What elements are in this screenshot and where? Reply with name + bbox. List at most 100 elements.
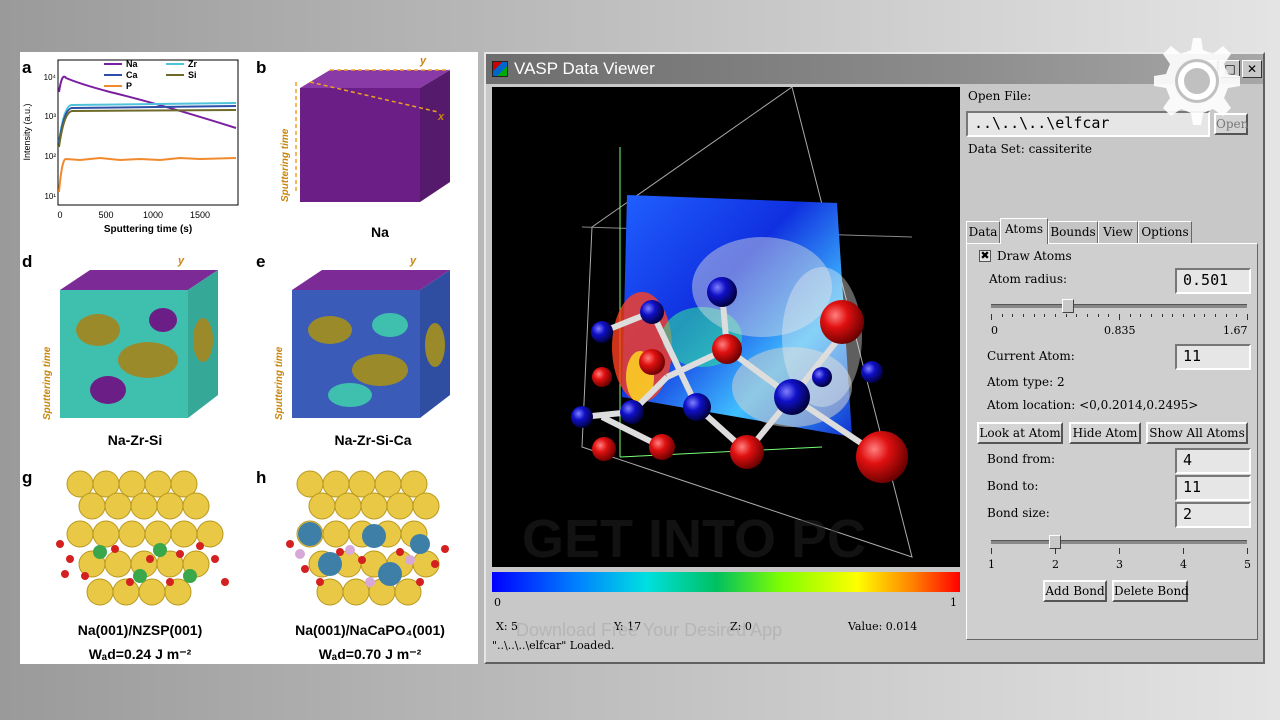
bond-size-slider-thumb[interactable] [1049, 535, 1061, 549]
bond-to-input[interactable]: 11 [1175, 475, 1251, 501]
slider-tick [1076, 314, 1078, 317]
bond-slider-tick [1055, 548, 1056, 554]
atom-location-text: Atom location: <0,0.2014,0.2495> [987, 398, 1199, 412]
panel-label-b: b [256, 58, 267, 77]
xtick: 0 [57, 210, 62, 220]
bond-slider-tick-label: 4 [1180, 558, 1187, 571]
na-nacapo4-structure [286, 470, 449, 606]
3d-viewport[interactable]: GET INTO PC [492, 87, 960, 567]
axis-y-label: y [409, 255, 417, 267]
series-si-line [58, 109, 237, 148]
tab-data[interactable]: Data [966, 221, 1000, 243]
legend-p: P [126, 81, 132, 91]
colorbar-max: 1 [950, 596, 957, 609]
readout-value: Value: 0.014 [848, 620, 918, 633]
legend-ca: Ca [126, 70, 138, 80]
series-zr-line [58, 102, 237, 143]
window-title: VASP Data Viewer [514, 59, 655, 78]
ytick: 10¹ [44, 192, 56, 201]
bond-slider-tick-label: 3 [1116, 558, 1123, 571]
chart-xlabel: Sputtering time (s) [104, 224, 192, 235]
axis-y-label: y [177, 255, 185, 267]
xtick: 1500 [190, 210, 210, 220]
slider-tick [1055, 314, 1056, 317]
control-panel: Open File: ..\..\..\elfcar Open Data Set… [964, 84, 1261, 640]
panel-label-g: g [22, 468, 33, 487]
tab-bounds[interactable]: Bounds [1048, 221, 1098, 243]
xtick: 1000 [143, 210, 163, 220]
hide-atom-button[interactable]: Hide Atom [1069, 422, 1141, 444]
axis-y-label: y [419, 55, 427, 67]
show-all-atoms-button[interactable]: Show All Atoms [1146, 422, 1248, 444]
sputtering-time-label: Sputtering time [42, 346, 53, 420]
slider-tick [1161, 314, 1163, 317]
draw-atoms-checkbox[interactable]: ✖ [979, 250, 991, 262]
caption-e: Na-Zr-Si-Ca [334, 432, 412, 448]
atoms-tab-content: ✖ Draw Atoms Atom radius: 0.501 0 0.835 … [966, 243, 1258, 640]
slider-tick [1023, 314, 1024, 317]
ytick: 10³ [44, 112, 56, 121]
chart-ylabel: Intensity (a.u.) [22, 103, 32, 160]
slider-tick [1204, 314, 1206, 317]
atom-radius-slider-thumb[interactable] [1061, 299, 1074, 313]
slider-tick [1087, 314, 1088, 317]
bond-slider-tick [1247, 548, 1248, 554]
vasp-viewer-window: VASP Data Viewer _ □ ✕ [484, 52, 1265, 664]
bond-to-label: Bond to: [987, 479, 1039, 493]
slider-tick [1140, 314, 1142, 317]
look-at-atom-button[interactable]: Look at Atom [977, 422, 1063, 444]
caption-d: Na-Zr-Si [107, 432, 163, 448]
slider-tick [1236, 314, 1238, 317]
series-p-line [58, 156, 237, 193]
slider-tick [1001, 314, 1003, 317]
add-bond-button[interactable]: Add Bond [1043, 580, 1107, 602]
slider-tick [1247, 314, 1248, 320]
bond-slider-tick-label: 1 [988, 558, 995, 571]
na-cube-render: y x Sputtering time [280, 55, 450, 202]
bond-from-input[interactable]: 4 [1175, 448, 1251, 474]
readout-x: X: 5 [496, 620, 519, 633]
panel-label-d: d [22, 252, 33, 271]
tab-atoms[interactable]: Atoms [1000, 218, 1048, 244]
bond-from-label: Bond from: [987, 452, 1056, 466]
sputtering-time-label: Sputtering time [274, 346, 285, 420]
slider-tick [1108, 314, 1110, 317]
bond-slider-tick-label: 2 [1052, 558, 1059, 571]
slider-tick [1183, 314, 1184, 317]
xtick: 500 [98, 210, 113, 220]
slider-tick [1012, 314, 1014, 317]
elf-visualization: GET INTO PC [522, 87, 913, 567]
bond-size-input[interactable]: 2 [1175, 502, 1251, 528]
slider-tick [1097, 314, 1099, 317]
radius-mid-label: 0.835 [1104, 324, 1136, 337]
depth-profile-chart: Intensity (a.u.) Sputtering time (s) 10⁴… [22, 59, 239, 235]
open-file-label: Open File: [968, 89, 1032, 103]
panel-label-e: e [256, 252, 266, 271]
atom-radius-input[interactable]: 0.501 [1175, 268, 1251, 294]
axis-x-label: x [437, 111, 445, 123]
legend-na: Na [126, 59, 138, 69]
slider-tick [1225, 314, 1227, 317]
chart-legend: Na Zr Ca Si P [104, 59, 197, 91]
legend-si: Si [188, 70, 197, 80]
watermark-subtext: Download Free Your Desired App [516, 620, 783, 640]
caption-b: Na [371, 224, 389, 240]
bond-size-slider-track[interactable] [991, 540, 1247, 544]
ytick: 10⁴ [44, 73, 57, 82]
current-atom-input[interactable]: 11 [1175, 344, 1251, 370]
tab-view[interactable]: View [1098, 221, 1138, 243]
wad-g: Wₐd=0.24 J m⁻² [88, 646, 192, 662]
watermark-text: GET INTO PC [522, 509, 866, 567]
dataset-label: Data Set: cassiterite [968, 142, 1093, 156]
slider-tick [991, 314, 992, 320]
bond-slider-tick [1183, 548, 1184, 554]
tab-options[interactable]: Options [1138, 221, 1192, 243]
slider-tick [1172, 314, 1174, 317]
legend-zr: Zr [188, 59, 197, 69]
delete-bond-button[interactable]: Delete Bond [1112, 580, 1189, 602]
radius-max-label: 1.67 [1223, 324, 1248, 337]
sputtering-time-label: Sputtering time [280, 128, 291, 202]
caption-g: Na(001)/NZSP(001) [77, 622, 203, 638]
atom-radius-slider-track[interactable] [991, 304, 1247, 308]
colorbar-min: 0 [494, 596, 501, 609]
